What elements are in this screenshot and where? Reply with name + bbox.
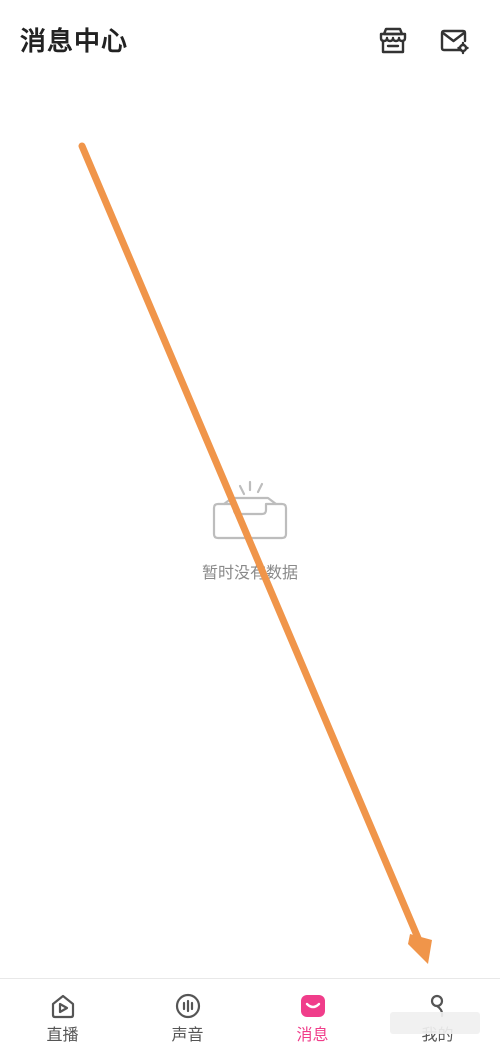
tab-live[interactable]: 直播 (0, 979, 125, 1057)
mail-settings-icon[interactable] (437, 24, 471, 58)
home-play-icon (48, 991, 78, 1021)
empty-inbox-icon (210, 478, 290, 542)
store-icon[interactable] (376, 24, 410, 58)
empty-state-message: 暂时没有数据 (201, 563, 298, 582)
tab-label: 声音 (171, 1025, 204, 1044)
tab-messages[interactable]: 消息 (250, 979, 375, 1057)
header-bar: 消息中心 (0, 0, 500, 86)
empty-state: 暂时没有数据 (150, 478, 350, 588)
tab-voice[interactable]: 声音 (125, 979, 250, 1057)
tab-label: 直播 (46, 1025, 79, 1044)
voice-icon (173, 991, 203, 1021)
page-title: 消息中心 (20, 27, 129, 57)
tab-label: 消息 (296, 1025, 329, 1044)
watermark-overlay (390, 1012, 480, 1034)
message-icon (298, 991, 328, 1021)
